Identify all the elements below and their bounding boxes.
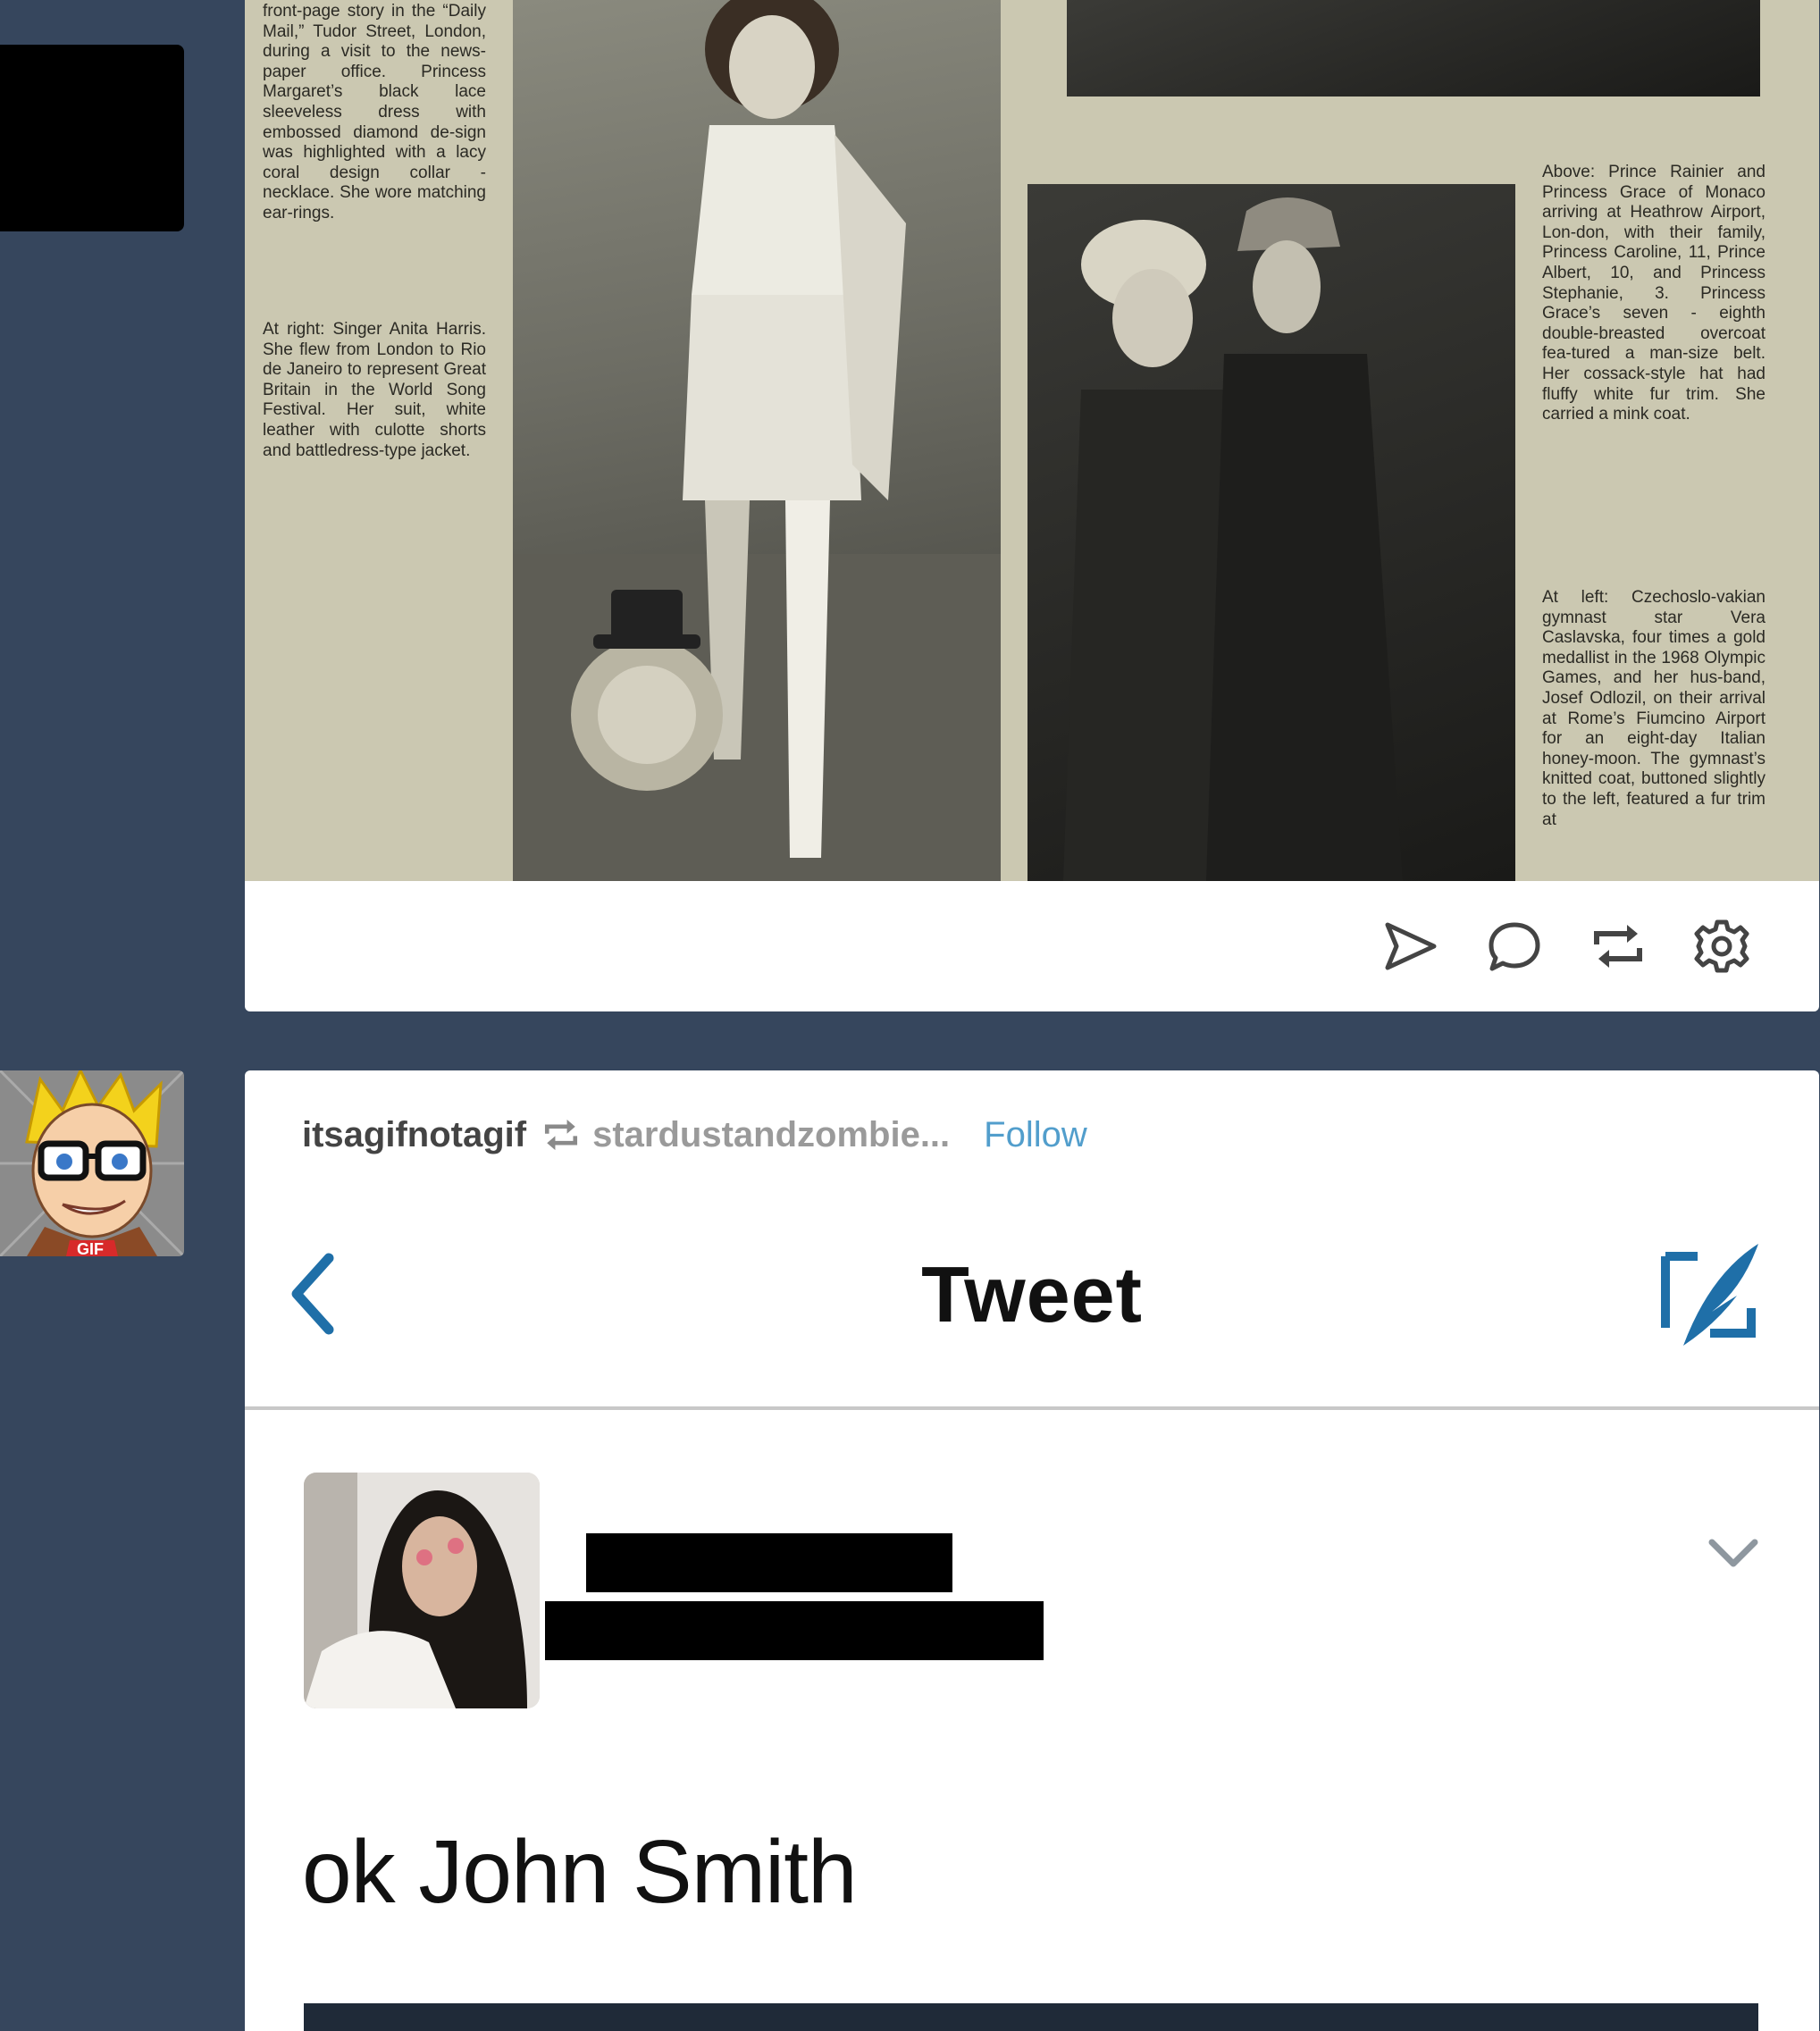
reblog-icon[interactable] [1587, 915, 1649, 978]
redacted-display-name [586, 1533, 952, 1592]
chevron-down-icon [1705, 1532, 1762, 1574]
post-card-clipping: front-page story in the “Daily Mail,” Tu… [245, 0, 1819, 1011]
clipping-caption: front-page story in the “Daily Mail,” Tu… [263, 2, 486, 222]
compose-icon [1656, 1238, 1764, 1353]
clipping-photo-top [1067, 0, 1760, 97]
clipping-photo-singer [513, 0, 1001, 881]
clipping-caption: At left: Czechoslo-vakian gymnast star V… [1542, 588, 1765, 829]
settings-icon[interactable] [1690, 915, 1753, 978]
post-header: itsagifnotagif stardustandzombie... Foll… [302, 1113, 1087, 1156]
post-author-link[interactable]: itsagifnotagif [302, 1115, 526, 1155]
tweet-body-text: ok John Smith [302, 1822, 858, 1922]
clipping-photo-couple [1027, 184, 1515, 881]
redacted-handle [545, 1601, 1044, 1660]
svg-text:GIF: GIF [77, 1240, 104, 1256]
tweet-header-divider [245, 1406, 1819, 1410]
tweet-author-photo [304, 1473, 540, 1708]
clipping-caption: Above: Prince Rainier and Princess Grace… [1542, 163, 1765, 424]
tweet-screen-title: Tweet [921, 1250, 1143, 1339]
tweet-media-edge [304, 2003, 1758, 2031]
itsagifnotagif-avatar[interactable]: GIF [0, 1070, 184, 1256]
reblog-icon [542, 1116, 580, 1154]
share-icon[interactable] [1380, 915, 1442, 978]
reblogged-from-link[interactable]: stardustandzombie... [592, 1115, 950, 1155]
follow-button[interactable]: Follow [984, 1115, 1087, 1155]
magazine-clipping-image[interactable]: front-page story in the “Daily Mail,” Tu… [245, 0, 1819, 881]
reply-icon[interactable] [1483, 915, 1546, 978]
redacted-avatar[interactable] [0, 45, 184, 231]
post-card-tweet: itsagifnotagif stardustandzombie... Foll… [245, 1070, 1819, 2031]
clipping-caption: At right: Singer Anita Harris. She flew … [263, 320, 486, 460]
post-footer [245, 881, 1819, 1011]
